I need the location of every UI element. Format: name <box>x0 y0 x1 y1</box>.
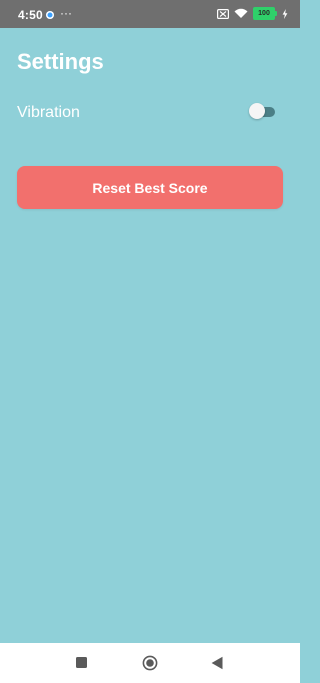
recents-icon[interactable] <box>76 657 87 668</box>
vibration-setting-row: Vibration <box>17 101 275 125</box>
navigation-bar <box>0 643 300 683</box>
status-icons: 100 <box>217 7 288 20</box>
wifi-icon <box>234 8 248 18</box>
battery-icon: 100 <box>253 7 277 20</box>
vibration-label: Vibration <box>17 104 80 121</box>
no-sim-icon <box>217 8 229 19</box>
status-bar: 4:50 ··· 100 <box>0 0 300 28</box>
app-notification-icon <box>46 11 54 19</box>
more-notifications-icon: ··· <box>60 6 72 20</box>
status-time: 4:50 <box>18 8 43 22</box>
vibration-toggle[interactable] <box>249 103 275 119</box>
back-icon[interactable] <box>211 656 223 670</box>
charging-icon <box>282 8 288 19</box>
home-icon[interactable] <box>142 655 158 671</box>
page-title: Settings <box>17 49 104 74</box>
reset-best-score-button[interactable]: Reset Best Score <box>17 166 283 209</box>
battery-level: 100 <box>258 10 270 17</box>
vibration-toggle-thumb <box>249 103 265 119</box>
